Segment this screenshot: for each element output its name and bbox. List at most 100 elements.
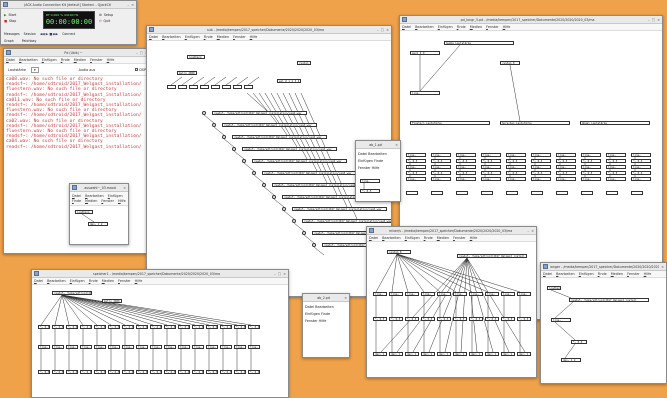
menu-einfuegen[interactable]: Einfügen	[438, 25, 453, 29]
readsf-object[interactable]: readsf~ /home/sdtroid/2017_Welgast_insta…	[242, 147, 337, 151]
menu-datei[interactable]: Datei	[6, 58, 15, 62]
pd-bang-button[interactable]	[252, 171, 256, 175]
patch-cord[interactable]	[396, 257, 468, 353]
pd-object[interactable]: dac~ 1 2	[389, 352, 403, 356]
pd-object[interactable]: loadbang	[75, 210, 93, 214]
pd-object[interactable]: dac~ 1 2	[421, 352, 435, 356]
connect-button[interactable]: Connect	[62, 31, 75, 37]
pd-object[interactable]: Sprachen Lautstärke	[500, 121, 570, 125]
sub-titlebar[interactable]: sub - /media/kempen/2017_speicher/Dokume…	[147, 26, 391, 34]
dsp-checkbox[interactable]: DSP	[135, 68, 146, 72]
readsf-object[interactable]: readsf~ /home/sdtroid/2017_Welgast_insta…	[262, 171, 357, 175]
pd-object[interactable]: *~ 0.5	[66, 370, 78, 374]
patch-cord[interactable]	[273, 198, 285, 208]
pd-object[interactable]: *~ 0.5	[122, 325, 134, 329]
menu-finde[interactable]: Finde	[598, 272, 607, 276]
transport-controls[interactable]: ◀◀ ▶ ■ ▶▶	[40, 31, 58, 37]
patch-canvas[interactable]: loadbang readsf~ /home/sdtroid/2017_Welga…	[541, 278, 666, 383]
pd-object[interactable]: *~ 0.5	[485, 317, 499, 321]
patch-cord[interactable]	[61, 294, 238, 326]
pd-bang-button[interactable]	[292, 219, 296, 223]
console-titlebar[interactable]: Pd (Ubik) ~ –□×	[4, 49, 150, 57]
pd-object[interactable]: metro 2000	[177, 71, 197, 75]
pd-message-box[interactable]	[431, 191, 443, 195]
menu-finde[interactable]: Finde	[424, 236, 433, 240]
close-icon[interactable]: ×	[131, 3, 134, 7]
menu-einfuegen[interactable]: Einfügen	[70, 279, 85, 283]
menu-hilfe[interactable]: Hilfe	[503, 25, 511, 29]
menubar[interactable]: Datei Bearbeiten Einfügen Finde Medien F…	[541, 271, 666, 278]
pd-object[interactable]: line~	[220, 345, 232, 349]
pd-object[interactable]: line~	[556, 153, 576, 157]
pd-object[interactable]: line~	[453, 292, 467, 296]
patch-canvas[interactable]: readsf~ /home/sdtroid/2017_Welgast_insta…	[367, 242, 536, 377]
pd-object[interactable]: dac~ 1 2	[88, 222, 108, 226]
pd-object[interactable]: *~ 0.5	[94, 325, 106, 329]
menu-bearbeiten[interactable]: Bearbeiten	[85, 194, 104, 198]
patch-cord[interactable]	[288, 92, 338, 196]
pd-object[interactable]: *~ 0.5	[456, 171, 476, 175]
mixer-patch-window[interactable]: mixer/s - /media/kempen/2017_speicher/Do…	[366, 226, 537, 378]
patch-cord[interactable]	[181, 76, 194, 86]
pd-object[interactable]: *~ 0.5	[431, 159, 451, 163]
menu-fenster[interactable]: Fenster	[233, 35, 246, 39]
pd-object[interactable]: *~ 0.5	[431, 171, 451, 175]
menu-finde[interactable]: Finde	[321, 312, 330, 316]
patch-cord[interactable]	[213, 126, 225, 136]
patch-cord[interactable]	[391, 253, 398, 293]
ab2-window[interactable]: ab_2.pd × Datei Bearbeiten Einfügen Find…	[302, 293, 350, 358]
menu-einfuegen[interactable]: Einfügen	[579, 272, 594, 276]
patch-cord[interactable]	[293, 222, 305, 232]
patch-cord[interactable]	[303, 234, 315, 244]
pd-object[interactable]: line~	[517, 292, 531, 296]
pd-object[interactable]: line~	[389, 292, 403, 296]
pd-bang-button[interactable]	[302, 231, 306, 235]
patch-cord[interactable]	[192, 76, 205, 86]
pd-object[interactable]: *~ 0.5	[556, 159, 576, 163]
menu-finde[interactable]: Finde	[72, 199, 81, 203]
patch-cord[interactable]	[223, 138, 235, 148]
pd-object[interactable]: line~	[506, 177, 526, 181]
menubar[interactable]: Datei Bearbeiten Einfügen Finde Medien F…	[367, 235, 536, 242]
readsf-object[interactable]: readsf~ /home/sdtroid/2017_Welgast_insta…	[252, 159, 347, 163]
patch-canvas[interactable]: loadbang dac~ 1 2	[70, 206, 128, 244]
pd-object[interactable]: *~ 0.5	[517, 317, 531, 321]
menu-datei[interactable]: Datei	[358, 152, 367, 156]
pd-object[interactable]: *~ 0.5	[481, 159, 501, 163]
auswahl-window[interactable]: auswahl~_03.maxd × Datei Bearbeiten Einf…	[69, 183, 129, 245]
pd-message-box[interactable]	[631, 191, 643, 195]
pd-object[interactable]: line~	[469, 292, 483, 296]
pd-object[interactable]: line~	[485, 292, 499, 296]
pd-object[interactable]: line~	[556, 165, 576, 169]
menu-finde[interactable]: Finde	[457, 25, 466, 29]
menu-datei[interactable]: Datei	[543, 272, 552, 276]
menu-medien[interactable]: Medien	[611, 272, 623, 276]
pd-object[interactable]: line~	[410, 91, 440, 95]
maximize-icon[interactable]: □	[278, 272, 281, 276]
pd-object[interactable]: metro 2000	[102, 299, 122, 303]
menu-medien[interactable]: Medien	[102, 279, 114, 283]
menu-einfuegen[interactable]: Einfügen	[305, 312, 320, 316]
readsf-object[interactable]: readsf~ /home/sdtroid/2017_Welgast_insta…	[302, 219, 391, 223]
pd-object[interactable]: line~	[406, 165, 426, 169]
pd-object[interactable]: line~	[581, 165, 601, 169]
pd-message-box[interactable]	[200, 85, 209, 89]
longer-patch-window[interactable]: longer - /media/kempen/2017_speicher/Dok…	[540, 262, 667, 384]
menu-finde[interactable]: Finde	[204, 35, 213, 39]
close-icon[interactable]: ×	[661, 265, 664, 269]
menu-hilfe[interactable]: Hilfe	[470, 236, 478, 240]
readsf-object[interactable]: readsf~ /home/sdtroid/2017_Welgast_insta…	[292, 207, 387, 211]
jack-titlebar[interactable]: JACK Audio Connection Kit [default] Star…	[1, 1, 136, 9]
minimize-icon[interactable]: –	[136, 51, 138, 55]
messages-button[interactable]: Messages	[4, 31, 20, 37]
auswahl-titlebar[interactable]: auswahl~_03.maxd ×	[70, 184, 128, 192]
pd-object[interactable]: *~ 0.5	[501, 317, 515, 321]
pd-object[interactable]: sel 0 1 2 3 4	[277, 79, 301, 83]
pd-message-box[interactable]	[233, 85, 242, 89]
pd-object[interactable]: line~	[606, 153, 626, 157]
pd-object[interactable]: *~ 0.5	[406, 159, 426, 163]
pd-object[interactable]: *~ 0.5	[178, 370, 190, 374]
maximize-icon[interactable]: □	[381, 28, 384, 32]
pd-object[interactable]: line~	[248, 345, 260, 349]
pd-object[interactable]: line~	[234, 345, 246, 349]
